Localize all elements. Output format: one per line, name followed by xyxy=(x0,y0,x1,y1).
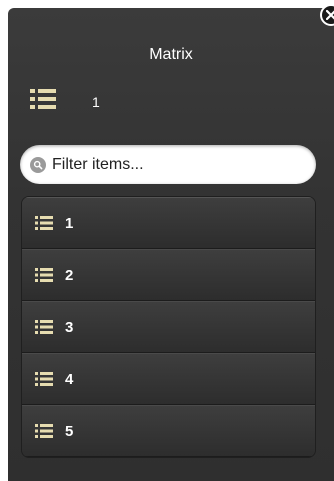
list-icon xyxy=(35,424,53,438)
list-item[interactable]: 3 xyxy=(22,301,315,353)
list-icon xyxy=(35,372,53,386)
list-icon xyxy=(35,216,53,230)
list-item-label: 2 xyxy=(65,266,74,284)
list-item[interactable]: 4 xyxy=(22,353,315,405)
list-item-label: 4 xyxy=(65,370,74,388)
filter-box xyxy=(20,145,316,184)
item-count: 1 xyxy=(92,94,100,110)
list-item-label: 5 xyxy=(65,422,74,440)
list-icon xyxy=(35,320,53,334)
list-icon xyxy=(30,89,56,109)
list-item[interactable]: 2 xyxy=(22,249,315,301)
item-list: 1 2 3 4 5 xyxy=(21,196,316,458)
list-item-label: 3 xyxy=(65,318,74,336)
filter-input[interactable] xyxy=(52,155,302,174)
close-button[interactable] xyxy=(320,4,334,26)
close-icon xyxy=(326,10,334,20)
popup-panel: Matrix 1 Filter items... 1 2 3 4 5 xyxy=(8,4,334,481)
search-icon xyxy=(30,156,46,173)
panel-title: Matrix xyxy=(149,46,193,63)
list-item[interactable]: 5 xyxy=(22,405,315,457)
list-icon xyxy=(35,268,53,282)
list-item-label: 1 xyxy=(65,214,74,232)
list-item[interactable]: 1 xyxy=(22,197,315,249)
count-row: 1 xyxy=(30,88,100,110)
